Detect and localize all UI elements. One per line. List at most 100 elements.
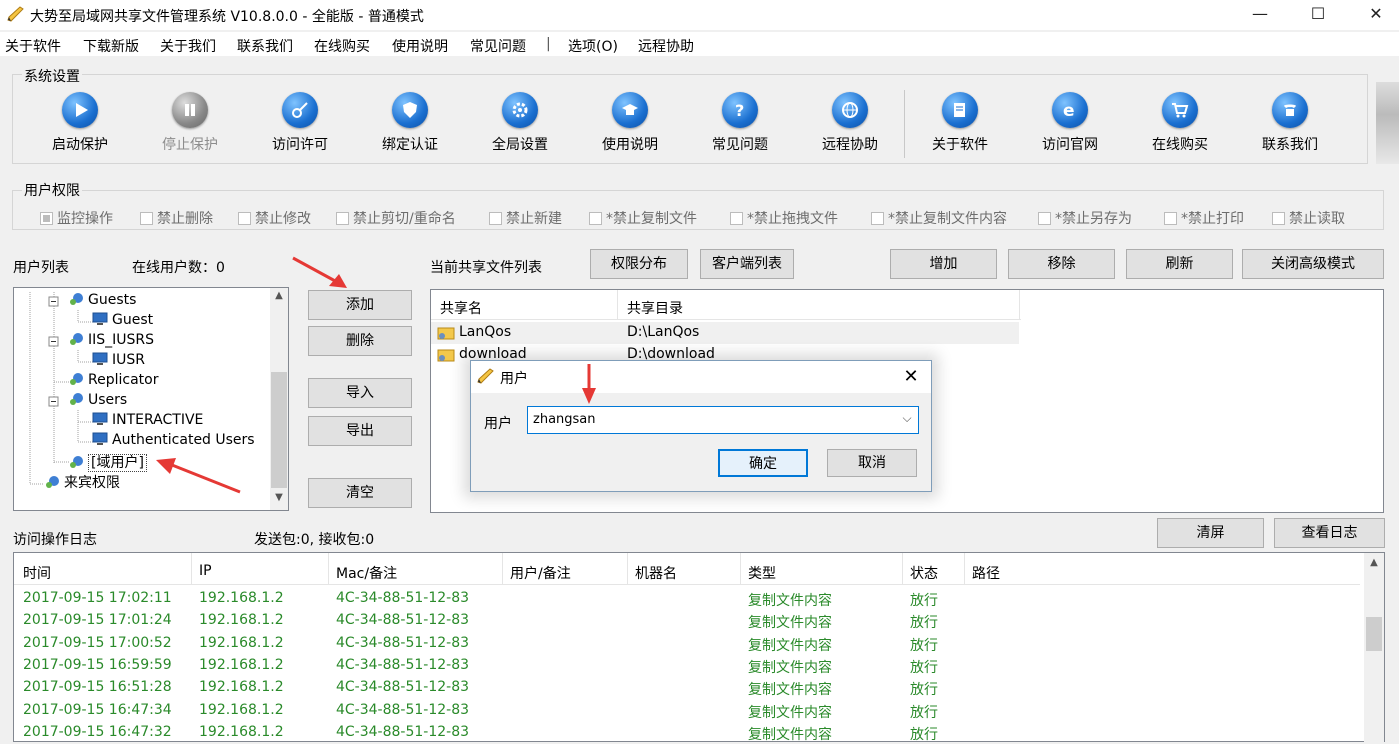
permission-checkbox[interactable]: 禁止读取	[1272, 208, 1345, 228]
share-row[interactable]: LanQos D:\LanQos	[431, 322, 1019, 344]
checkbox-box[interactable]	[730, 212, 743, 225]
menu-contact[interactable]: 联系我们	[237, 36, 293, 56]
log-row[interactable]: 2017-09-15 16:51:28 192.168.1.2 4C-34-88-5…	[14, 677, 1354, 699]
log-column-header[interactable]: 路径	[972, 563, 1000, 583]
scroll-thumb[interactable]	[1366, 617, 1382, 651]
log-row[interactable]: 2017-09-15 17:00:52 192.168.1.2 4C-34-88-5…	[14, 633, 1354, 655]
permission-checkbox[interactable]: 禁止新建	[489, 208, 562, 228]
scroll-thumb[interactable]	[271, 372, 287, 488]
tree-node[interactable]: Guest	[92, 312, 153, 328]
import-button[interactable]: 导入	[308, 378, 412, 408]
permission-checkbox[interactable]: *禁止另存为	[1038, 208, 1132, 228]
tree-node[interactable]: IUSR	[92, 352, 145, 368]
export-button[interactable]: 导出	[308, 416, 412, 446]
tool-document-button[interactable]: 关于软件	[910, 92, 1010, 154]
tree-node[interactable]: Guests	[68, 292, 136, 308]
menu-remote-assist[interactable]: 远程协助	[638, 36, 694, 56]
permission-checkbox[interactable]: 禁止删除	[140, 208, 213, 228]
remove-share-button[interactable]: 移除	[1008, 249, 1115, 279]
tool-play-button[interactable]: 启动保护	[30, 92, 130, 154]
close-window-button[interactable]: ✕	[1353, 0, 1399, 30]
tree-node[interactable]: INTERACTIVE	[92, 412, 203, 428]
tree-node[interactable]: Replicator	[68, 372, 158, 388]
log-column-header[interactable]: 类型	[748, 563, 776, 583]
clear-log-button[interactable]: 清屏	[1157, 518, 1264, 548]
user-combo[interactable]: zhangsan ⌵	[527, 406, 919, 434]
permission-checkbox[interactable]: *禁止复制文件	[589, 208, 697, 228]
log-row[interactable]: 2017-09-15 16:47:32 192.168.1.2 4C-34-88-5…	[14, 722, 1354, 744]
dialog-close-icon[interactable]: ✕	[893, 363, 929, 391]
checkbox-box[interactable]	[336, 212, 349, 225]
permission-checkbox[interactable]: 监控操作	[40, 208, 113, 228]
checkbox-box[interactable]	[1272, 212, 1285, 225]
permission-checkbox[interactable]: *禁止打印	[1164, 208, 1244, 228]
menu-faq[interactable]: 常见问题	[470, 36, 526, 56]
tool-cart-button[interactable]: 在线购买	[1130, 92, 1230, 154]
tree-node[interactable]: Users	[68, 392, 127, 408]
permission-checkbox[interactable]: *禁止拖拽文件	[730, 208, 838, 228]
client-list-button[interactable]: 客户端列表	[700, 249, 794, 279]
tree-node[interactable]: IIS_IUSRS	[68, 332, 154, 348]
permission-checkbox[interactable]: 禁止修改	[238, 208, 311, 228]
minimize-button[interactable]: —	[1237, 0, 1283, 30]
menu-about-us[interactable]: 关于我们	[160, 36, 216, 56]
add-user-button[interactable]: 添加	[308, 290, 412, 320]
checkbox-box[interactable]	[40, 212, 53, 225]
menu-about-software[interactable]: 关于软件	[5, 36, 61, 56]
checkbox-box[interactable]	[140, 212, 153, 225]
delete-user-button[interactable]: 删除	[308, 326, 412, 356]
log-row[interactable]: 2017-09-15 17:01:24 192.168.1.2 4C-34-88-5…	[14, 610, 1354, 632]
chevron-down-icon[interactable]: ⌵	[898, 411, 916, 429]
scroll-down-icon[interactable]: ▼	[270, 492, 288, 508]
scroll-up-icon[interactable]: ▲	[270, 290, 288, 306]
menu-buy-online[interactable]: 在线购买	[314, 36, 370, 56]
tree-node[interactable]: Authenticated Users	[92, 432, 255, 448]
menu-manual[interactable]: 使用说明	[392, 36, 448, 56]
log-row[interactable]: 2017-09-15 16:47:34 192.168.1.2 4C-34-88-5…	[14, 700, 1354, 722]
tool-ie-button[interactable]: e 访问官网	[1020, 92, 1120, 154]
refresh-button[interactable]: 刷新	[1126, 249, 1233, 279]
tool-gear-button[interactable]: 全局设置	[470, 92, 570, 154]
user-combo-value[interactable]: zhangsan	[533, 412, 596, 427]
tool-key-button[interactable]: 访问许可	[250, 92, 350, 154]
permission-distribution-button[interactable]: 权限分布	[590, 249, 688, 279]
scroll-up-icon[interactable]: ▲	[1364, 557, 1384, 568]
user-tree-scrollbar[interactable]: ▲ ▼	[270, 288, 288, 510]
tree-node[interactable]: 来宾权限	[44, 472, 120, 492]
checkbox-box[interactable]	[489, 212, 502, 225]
log-column-header[interactable]: 机器名	[635, 563, 677, 583]
permission-checkbox[interactable]: *禁止复制文件内容	[871, 208, 1007, 228]
clear-users-button[interactable]: 清空	[308, 478, 412, 508]
access-log-table[interactable]: 时间 IP Mac/备注 用户/备注 机器名 类型 状态 路径 2017-09-15 17:0…	[13, 552, 1385, 744]
checkbox-box[interactable]	[238, 212, 251, 225]
add-share-button[interactable]: 增加	[890, 249, 997, 279]
log-row[interactable]: 2017-09-15 17:02:11 192.168.1.2 4C-34-88-5…	[14, 588, 1354, 610]
menu-download[interactable]: 下载新版	[83, 36, 139, 56]
checkbox-box[interactable]	[589, 212, 602, 225]
permission-checkbox[interactable]: 禁止剪切/重命名	[336, 208, 456, 228]
checkbox-box[interactable]	[1038, 212, 1051, 225]
tool-shield-button[interactable]: 绑定认证	[360, 92, 460, 154]
log-column-header[interactable]: Mac/备注	[336, 563, 397, 583]
column-share-name[interactable]: 共享名	[440, 298, 482, 318]
column-share-path[interactable]: 共享目录	[627, 298, 683, 318]
cancel-button[interactable]: 取消	[827, 449, 917, 477]
ok-button[interactable]: 确定	[718, 449, 808, 477]
tool-graduation-cap-button[interactable]: 使用说明	[580, 92, 680, 154]
view-log-button[interactable]: 查看日志	[1274, 518, 1385, 548]
log-column-header[interactable]: 时间	[23, 563, 51, 583]
tool-question-button[interactable]: ? 常见问题	[690, 92, 790, 154]
checkbox-box[interactable]	[1164, 212, 1177, 225]
tree-node[interactable]: [域用户]	[68, 452, 147, 472]
menu-options[interactable]: 选项(O)	[568, 36, 618, 56]
log-row[interactable]: 2017-09-15 16:59:59 192.168.1.2 4C-34-88-5…	[14, 655, 1354, 677]
maximize-button[interactable]: ☐	[1295, 0, 1341, 30]
log-scrollbar[interactable]: ▲	[1364, 553, 1384, 743]
close-advanced-mode-button[interactable]: 关闭高级模式	[1242, 249, 1384, 279]
tool-globe-button[interactable]: 远程协助	[800, 92, 900, 154]
log-column-header[interactable]: 状态	[910, 563, 938, 583]
checkbox-box[interactable]	[871, 212, 884, 225]
log-column-header[interactable]: 用户/备注	[510, 563, 571, 583]
log-column-header[interactable]: IP	[199, 563, 212, 579]
tool-phone-button[interactable]: 联系我们	[1240, 92, 1340, 154]
